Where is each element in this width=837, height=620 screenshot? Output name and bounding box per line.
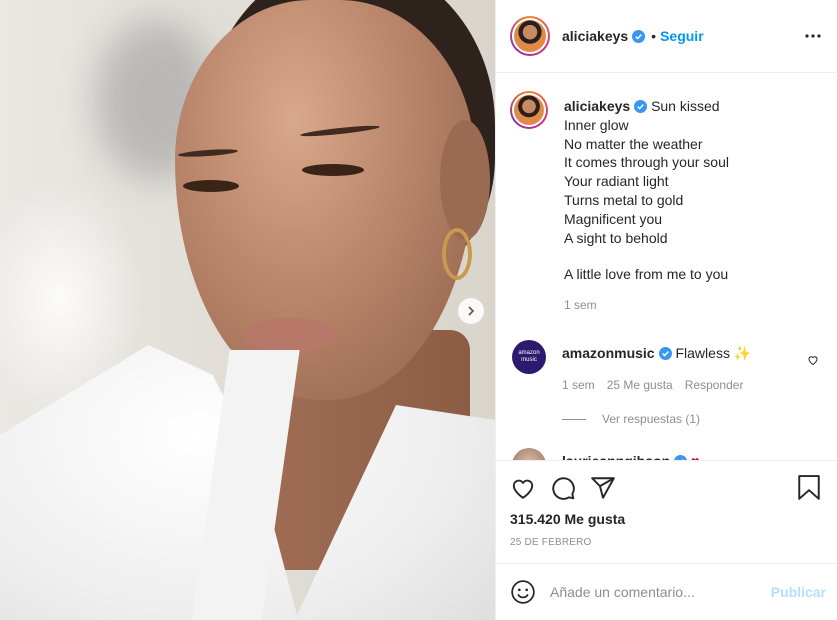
bookmark-icon bbox=[798, 475, 820, 500]
comment-item: amazon music amazonmusic Flawless ✨ 1 se… bbox=[510, 340, 821, 426]
post-side-panel: aliciakeys • Seguir aliciakeys Sun kisse… bbox=[495, 0, 837, 620]
avatar-logo-text: music bbox=[521, 357, 537, 364]
post-header: aliciakeys • Seguir bbox=[496, 0, 837, 73]
share-button[interactable] bbox=[590, 475, 616, 501]
caption-timestamp[interactable]: 1 sem bbox=[564, 298, 729, 312]
author-avatar[interactable] bbox=[510, 16, 550, 56]
comment-text: Flawless bbox=[675, 345, 730, 362]
view-replies-button[interactable]: Ver respuestas (1) bbox=[562, 412, 751, 426]
verified-badge-icon bbox=[658, 347, 672, 361]
next-photo-button[interactable] bbox=[458, 298, 484, 324]
caption-line: Sun kissed bbox=[651, 98, 720, 114]
post-comment-button[interactable]: Publicar bbox=[771, 584, 826, 600]
photo-ear bbox=[440, 120, 490, 240]
verified-badge-icon bbox=[632, 29, 646, 43]
verified-badge-icon bbox=[634, 100, 648, 113]
photo-left-eye bbox=[183, 180, 239, 192]
follow-button[interactable]: Seguir bbox=[660, 28, 704, 44]
author-username[interactable]: aliciakeys bbox=[562, 28, 628, 44]
more-options-button[interactable] bbox=[805, 34, 821, 38]
like-count[interactable]: 315.420 Me gusta bbox=[510, 511, 821, 527]
comment-item: laurieanngibson ♥ bbox=[510, 448, 821, 460]
more-horizontal-icon bbox=[805, 34, 821, 38]
chevron-right-icon bbox=[468, 306, 475, 316]
comment-likes[interactable]: 25 Me gusta bbox=[607, 378, 673, 392]
instagram-post: aliciakeys • Seguir aliciakeys Sun kisse… bbox=[0, 0, 837, 620]
post-photo[interactable] bbox=[0, 0, 495, 620]
caption-line: A sight to behold bbox=[564, 229, 668, 246]
caption-line: A little love from me to you bbox=[564, 266, 729, 283]
comment-avatar[interactable] bbox=[512, 448, 546, 460]
red-heart-icon: ♥ bbox=[691, 453, 699, 460]
caption-line: Your radiant light bbox=[564, 173, 669, 190]
caption-line: Turns metal to gold bbox=[564, 191, 684, 208]
emoji-icon bbox=[511, 580, 535, 604]
comment-timestamp[interactable]: 1 sem bbox=[562, 378, 595, 392]
heart-icon bbox=[808, 356, 818, 366]
comments-list[interactable]: aliciakeys Sun kissed Inner glow No matt… bbox=[496, 73, 837, 460]
comment-username[interactable]: laurieanngibson bbox=[562, 453, 670, 460]
reply-button[interactable]: Responder bbox=[685, 378, 744, 392]
comment-avatar[interactable]: amazon music bbox=[512, 340, 546, 375]
caption-line: No matter the weather bbox=[564, 135, 703, 152]
replies-divider bbox=[562, 418, 586, 420]
caption-avatar[interactable] bbox=[510, 91, 548, 129]
save-button[interactable] bbox=[797, 475, 821, 501]
caption-username[interactable]: aliciakeys bbox=[564, 98, 630, 114]
like-button[interactable] bbox=[510, 475, 536, 501]
photo-earring bbox=[442, 228, 472, 280]
comment-like-button[interactable] bbox=[807, 354, 819, 369]
caption-line: Magnificent you bbox=[564, 210, 663, 227]
photo-lips bbox=[244, 318, 336, 352]
comment-button[interactable] bbox=[550, 475, 576, 501]
separator-dot: • bbox=[651, 28, 657, 44]
post-date[interactable]: 25 DE FEBRERO bbox=[510, 537, 821, 548]
sparkles-icon: ✨ bbox=[733, 345, 752, 362]
comment-username[interactable]: amazonmusic bbox=[562, 345, 655, 361]
send-icon bbox=[591, 477, 615, 499]
heart-icon bbox=[512, 479, 534, 499]
comment-icon bbox=[552, 477, 575, 500]
avatar-logo-text: amazon bbox=[518, 350, 540, 357]
comment-input[interactable] bbox=[550, 584, 771, 600]
caption-line: It comes through your soul bbox=[564, 154, 729, 171]
photo-right-eye bbox=[302, 164, 364, 176]
caption-line: Inner glow bbox=[564, 116, 629, 133]
view-replies-label: Ver respuestas (1) bbox=[602, 412, 701, 427]
emoji-button[interactable] bbox=[510, 579, 536, 605]
post-caption: aliciakeys Sun kissed Inner glow No matt… bbox=[510, 91, 821, 312]
verified-badge-icon bbox=[674, 455, 687, 460]
add-comment-bar: Publicar bbox=[496, 563, 837, 620]
